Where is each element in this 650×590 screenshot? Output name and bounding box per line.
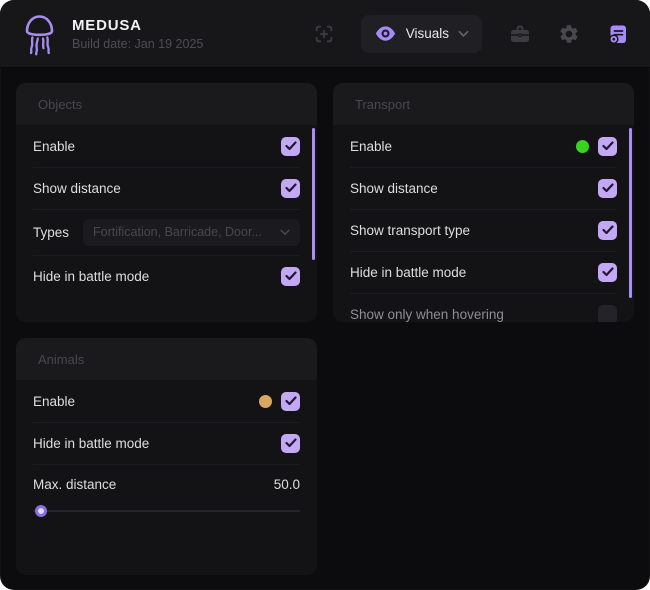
animals-hide-battle-row: Hide in battle mode: [16, 422, 317, 464]
row-label: Hide in battle mode: [350, 265, 466, 280]
animals-panel-title: Animals: [16, 338, 317, 380]
objects-enable-checkbox[interactable]: [281, 137, 300, 156]
row-label: Enable: [33, 139, 75, 154]
animals-color-dot[interactable]: [259, 395, 272, 408]
briefcase-icon[interactable]: [508, 22, 532, 46]
visuals-menu-button[interactable]: Visuals: [361, 15, 482, 53]
max-distance-slider-knob[interactable]: [35, 505, 47, 517]
check-icon: [285, 396, 297, 406]
transport-hover-only-checkbox[interactable]: [598, 305, 617, 323]
check-icon: [285, 141, 297, 151]
check-icon: [602, 225, 614, 235]
check-icon: [285, 271, 297, 281]
row-label: Enable: [350, 139, 392, 154]
transport-show-type-checkbox[interactable]: [598, 221, 617, 240]
objects-types-value: Fortification, Barricade, Door...: [93, 225, 280, 239]
jellyfish-logo-icon: [20, 11, 60, 57]
crosshair-icon[interactable]: [313, 23, 335, 45]
max-distance-label: Max. distance: [33, 477, 116, 492]
objects-show-distance-checkbox[interactable]: [281, 179, 300, 198]
visuals-menu-label: Visuals: [406, 26, 449, 41]
row-label: Hide in battle mode: [33, 436, 149, 451]
transport-enable-row: Enable: [333, 125, 634, 167]
transport-show-type-row: Show transport type: [333, 209, 634, 251]
left-column: Objects Enable Show distance Type: [16, 83, 317, 575]
check-icon: [602, 183, 614, 193]
row-label: Show only when hovering: [350, 307, 504, 322]
row-label: Show transport type: [350, 223, 470, 238]
row-label: Hide in battle mode: [33, 269, 149, 284]
transport-scrollbar[interactable]: [629, 128, 632, 298]
chevron-down-icon: [280, 229, 290, 236]
animals-enable-checkbox[interactable]: [281, 392, 300, 411]
objects-panel: Objects Enable Show distance Type: [16, 83, 317, 322]
animals-hide-battle-checkbox[interactable]: [281, 434, 300, 453]
transport-hide-battle-checkbox[interactable]: [598, 263, 617, 282]
row-label: Enable: [33, 394, 75, 409]
objects-types-row: Types Fortification, Barricade, Door...: [16, 209, 317, 255]
transport-hover-only-row: Show only when hovering: [333, 293, 634, 322]
row-label: Types: [33, 225, 69, 240]
chevron-down-icon: [458, 30, 469, 38]
check-icon: [285, 438, 297, 448]
scripts-card-icon[interactable]: [606, 22, 630, 46]
transport-panel-title: Transport: [333, 83, 634, 125]
check-icon: [602, 141, 614, 151]
header-bar: MEDUSA Build date: Jan 19 2025 Visuals: [0, 0, 650, 68]
build-date: Build date: Jan 19 2025: [72, 37, 203, 51]
animals-enable-row: Enable: [16, 380, 317, 422]
main-content: Objects Enable Show distance Type: [0, 68, 650, 575]
medusa-window: MEDUSA Build date: Jan 19 2025 Visuals: [0, 0, 650, 590]
objects-hide-battle-checkbox[interactable]: [281, 267, 300, 286]
animals-panel: Animals Enable Hide in battle mode: [16, 338, 317, 575]
objects-hide-battle-row: Hide in battle mode: [16, 255, 317, 297]
eye-icon: [374, 22, 397, 45]
transport-enable-checkbox[interactable]: [598, 137, 617, 156]
objects-scrollbar[interactable]: [312, 128, 315, 260]
transport-hide-battle-row: Hide in battle mode: [333, 251, 634, 293]
transport-show-distance-row: Show distance: [333, 167, 634, 209]
max-distance-value: 50.0: [274, 477, 300, 492]
right-column: Transport Enable Show distance: [333, 83, 634, 322]
objects-panel-title: Objects: [16, 83, 317, 125]
transport-panel: Transport Enable Show distance: [333, 83, 634, 322]
objects-show-distance-row: Show distance: [16, 167, 317, 209]
transport-color-dot[interactable]: [576, 140, 589, 153]
check-icon: [285, 183, 297, 193]
objects-types-dropdown[interactable]: Fortification, Barricade, Door...: [83, 219, 300, 246]
title-block: MEDUSA Build date: Jan 19 2025: [72, 17, 203, 51]
animals-max-distance-row: Max. distance 50.0: [16, 464, 317, 512]
app-title: MEDUSA: [72, 17, 203, 34]
check-icon: [602, 267, 614, 277]
header-toolbar: Visuals: [313, 15, 630, 53]
gear-icon[interactable]: [558, 23, 580, 45]
max-distance-slider[interactable]: [33, 510, 300, 512]
transport-show-distance-checkbox[interactable]: [598, 179, 617, 198]
row-label: Show distance: [350, 181, 438, 196]
objects-enable-row: Enable: [16, 125, 317, 167]
row-label: Show distance: [33, 181, 121, 196]
